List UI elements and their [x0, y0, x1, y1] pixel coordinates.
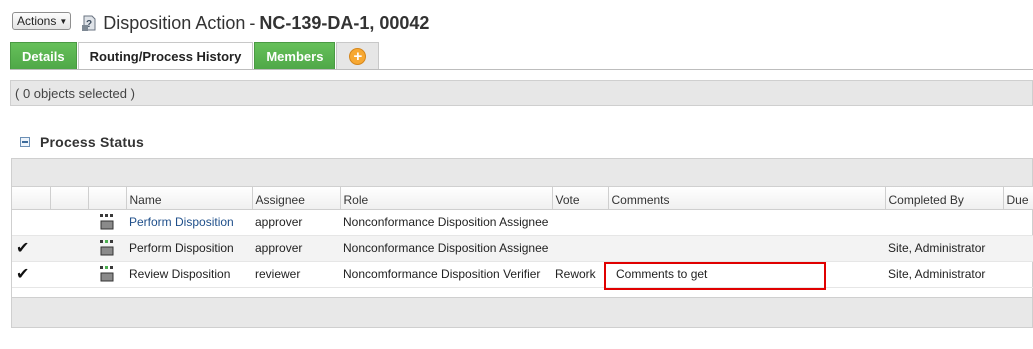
table-row[interactable]: ✔ Perform Disposition approver Nonconfor…: [12, 235, 1033, 262]
task-icon-cell: [88, 209, 126, 236]
tab-details[interactable]: Details: [10, 42, 77, 70]
workflow-task-complete-icon: [100, 240, 114, 256]
task-vote: [552, 235, 608, 262]
section-title: Process Status: [40, 134, 144, 150]
task-role: Noncomformance Disposition Verifier: [340, 261, 552, 288]
title-prefix: Disposition Action: [103, 12, 246, 33]
tab-divider: [10, 69, 1033, 70]
page-header: Actions ▼ ? Disposition Action - NC-139-DA…: [12, 10, 429, 36]
process-status-header: Process Status: [20, 134, 144, 150]
task-due: [1003, 209, 1033, 236]
task-name[interactable]: Perform Disposition: [126, 235, 252, 262]
title-number: NC-139-DA-1, 00042: [259, 12, 430, 33]
task-vote: [552, 209, 608, 236]
workflow-task-icon: [100, 214, 114, 230]
col-header-completed-by[interactable]: Completed By: [885, 187, 1004, 210]
task-completed-by: Site, Administrator: [885, 235, 1003, 262]
selection-status-bar: ( 0 objects selected ): [10, 80, 1033, 106]
task-assignee: reviewer: [252, 261, 340, 288]
task-role: Nonconformance Disposition Assignee: [340, 209, 552, 236]
col-header-comments[interactable]: Comments: [608, 187, 886, 210]
collapse-icon[interactable]: [20, 137, 30, 147]
disposition-action-icon: ?: [82, 15, 96, 31]
actions-dropdown[interactable]: Actions ▼: [12, 12, 72, 30]
add-tab-button[interactable]: +: [336, 42, 380, 70]
task-comments: [608, 209, 885, 236]
task-completed-by: [885, 209, 1003, 236]
task-vote: Rework: [552, 261, 608, 288]
task-due: [1003, 235, 1033, 262]
caret-down-icon: ▼: [59, 16, 68, 26]
add-tab-icon: +: [349, 47, 367, 65]
table-row[interactable]: ✔ Review Disposition reviewer Noncomform…: [12, 261, 1033, 288]
col-header-assignee[interactable]: Assignee: [252, 187, 341, 210]
task-comments: Comments to get: [608, 261, 885, 288]
task-comments: [608, 235, 885, 262]
task-name[interactable]: Review Disposition: [126, 261, 252, 288]
workflow-task-complete-icon: [100, 266, 114, 282]
actions-label: Actions: [17, 14, 57, 28]
task-role: Nonconformance Disposition Assignee: [340, 235, 552, 262]
checkmark-icon: ✔: [12, 261, 50, 288]
task-due: [1003, 261, 1033, 288]
process-status-table-panel: Name Assignee Role Vote Comments Complet…: [11, 158, 1033, 328]
flag-cell: [50, 235, 88, 262]
col-header-check[interactable]: [12, 187, 51, 210]
table-row[interactable]: Perform Disposition approver Nonconforma…: [12, 209, 1033, 236]
col-header-vote[interactable]: Vote: [552, 187, 609, 210]
task-assignee: approver: [252, 235, 340, 262]
completed-check: [12, 209, 50, 236]
flag-cell: [50, 209, 88, 236]
task-name-link[interactable]: Perform Disposition: [129, 215, 234, 229]
task-completed-by: Site, Administrator: [885, 261, 1003, 288]
process-status-table: Name Assignee Role Vote Comments Complet…: [12, 187, 1033, 288]
task-name[interactable]: Perform Disposition: [126, 209, 252, 236]
task-assignee: approver: [252, 209, 340, 236]
checkmark-icon: ✔: [12, 235, 50, 262]
page-title: Disposition Action - NC-139-DA-1, 00042: [103, 13, 429, 34]
col-header-role[interactable]: Role: [340, 187, 553, 210]
tab-bar: Details Routing/Process History Members …: [10, 42, 380, 70]
flag-cell: [50, 261, 88, 288]
tab-members[interactable]: Members: [254, 42, 336, 70]
title-separator: -: [249, 12, 256, 33]
col-header-name[interactable]: Name: [126, 187, 253, 210]
task-icon-cell: [88, 261, 126, 288]
table-footer-bar: [12, 297, 1032, 327]
table-header-row: Name Assignee Role Vote Comments Complet…: [12, 187, 1033, 210]
tab-routing-process-history[interactable]: Routing/Process History: [77, 42, 254, 70]
task-icon-cell: [88, 235, 126, 262]
col-header-due[interactable]: Due: [1003, 187, 1033, 210]
col-header-type[interactable]: [88, 187, 127, 210]
col-header-flag[interactable]: [50, 187, 89, 210]
selection-status: ( 0 objects selected ): [15, 86, 135, 101]
table-toolbar: [12, 159, 1032, 187]
